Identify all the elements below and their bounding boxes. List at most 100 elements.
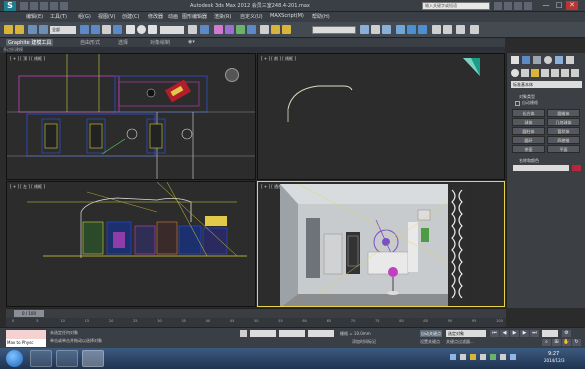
viewport-perspective[interactable]: [ + ] [ 透视 ] [ 真实 ] xyxy=(257,181,505,307)
zoom-all-icon[interactable]: ⊞ xyxy=(552,339,561,346)
zoom-icon[interactable]: ⌕ xyxy=(542,339,551,346)
viewport-front[interactable]: [ + ] [ 前 ] [ 线框 ] xyxy=(257,53,505,180)
tube-button[interactable]: 管状体 xyxy=(547,127,580,135)
previous-frame-icon[interactable]: ◀ xyxy=(500,330,509,337)
torus-button[interactable]: 圆环 xyxy=(512,136,545,144)
select-object-icon[interactable] xyxy=(80,25,89,34)
cylinder-button[interactable]: 圆柱体 xyxy=(512,127,545,135)
ribbon-options-toggle[interactable]: ◉▾ xyxy=(188,39,195,45)
menu-create[interactable]: 创建(C) xyxy=(122,13,139,20)
add-time-tag[interactable]: 添加时间标记 xyxy=(352,339,376,345)
menu-modifiers[interactable]: 修改器 xyxy=(148,13,163,20)
pivot-center-icon[interactable] xyxy=(188,25,197,34)
pyramid-button[interactable]: 四棱锥 xyxy=(547,136,580,144)
menu-group[interactable]: 组(G) xyxy=(78,13,91,20)
rotate-icon[interactable] xyxy=(137,25,146,34)
time-slider[interactable]: 0 / 100 xyxy=(14,310,44,317)
viewcube-icon[interactable] xyxy=(225,68,239,82)
menu-tools[interactable]: 工具(T) xyxy=(50,13,67,20)
viewport-left[interactable]: [ + ] [ 左 ] [ 线框 ] xyxy=(6,181,256,307)
rendered-frame-window-icon[interactable] xyxy=(432,25,441,34)
material-editor-icon[interactable] xyxy=(407,25,416,34)
geosphere-button[interactable]: 几何球体 xyxy=(547,118,580,126)
box-button[interactable]: 长方体 xyxy=(512,109,545,117)
spinner-snap-icon[interactable] xyxy=(247,25,256,34)
hierarchy-panel-icon[interactable] xyxy=(533,56,541,64)
menu-maxscript[interactable]: MAXScript(M) xyxy=(270,13,304,19)
next-frame-icon[interactable]: ▶ xyxy=(520,330,529,337)
graphite-toggle-icon[interactable] xyxy=(371,25,380,34)
favorites-star-icon[interactable] xyxy=(514,2,522,10)
select-manipulate-icon[interactable] xyxy=(200,25,209,34)
move-icon[interactable] xyxy=(126,25,135,34)
quick-access-new-icon[interactable] xyxy=(20,2,28,10)
taskbar-browser-icon[interactable] xyxy=(30,350,52,367)
viewport-top[interactable]: [ + ] [ 顶 ] [ 线框 ] xyxy=(6,53,256,180)
cone-button[interactable]: 圆锥体 xyxy=(547,109,580,117)
maxscript-output[interactable] xyxy=(6,330,46,339)
minimize-button[interactable]: — xyxy=(540,1,552,10)
reference-coordinate-dropdown[interactable] xyxy=(160,26,184,34)
snaps-toggle-icon[interactable] xyxy=(214,25,223,34)
lock-selection-icon[interactable] xyxy=(240,330,247,337)
utilities-panel-icon[interactable] xyxy=(566,56,574,64)
render-teapot-icon[interactable] xyxy=(456,25,465,34)
shapes-icon[interactable] xyxy=(521,69,529,77)
go-to-end-icon[interactable]: ⏭ xyxy=(530,330,539,337)
clock-date[interactable]: 2014/12/3 xyxy=(544,358,565,363)
maximize-button[interactable]: □ xyxy=(553,1,565,10)
object-name-input[interactable] xyxy=(513,165,569,171)
undo-icon[interactable] xyxy=(50,2,58,10)
tray-security-icon[interactable] xyxy=(470,354,476,360)
tab-freeform[interactable]: 自由形式 xyxy=(80,39,100,46)
menu-graph-editors[interactable]: 图形编辑器 xyxy=(182,13,207,20)
communication-center-icon[interactable] xyxy=(504,2,512,10)
object-type-rollout[interactable]: 对象类型 xyxy=(511,93,582,100)
current-frame-field[interactable] xyxy=(542,330,558,337)
x-coordinate-field[interactable] xyxy=(250,330,276,337)
render-production-icon[interactable] xyxy=(443,25,452,34)
undo-arrow-icon[interactable] xyxy=(4,25,13,34)
z-coordinate-field[interactable] xyxy=(308,330,334,337)
unlink-icon[interactable] xyxy=(39,25,48,34)
teapot-button[interactable]: 茶壶 xyxy=(512,145,545,153)
space-warps-icon[interactable] xyxy=(561,69,569,77)
key-filters-button[interactable]: 关键点过滤器... xyxy=(446,339,474,345)
align-icon[interactable] xyxy=(282,25,291,34)
cameras-icon[interactable] xyxy=(541,69,549,77)
display-panel-icon[interactable] xyxy=(555,56,563,64)
curve-editor-icon[interactable] xyxy=(382,25,391,34)
render-setup-icon[interactable] xyxy=(418,25,427,34)
redo-icon[interactable] xyxy=(60,2,68,10)
edit-named-selection-icon[interactable] xyxy=(260,25,269,34)
systems-icon[interactable] xyxy=(571,69,579,77)
app-logo-icon[interactable]: S xyxy=(4,1,16,11)
menu-views[interactable]: 视图(V) xyxy=(98,13,115,20)
select-by-name-icon[interactable] xyxy=(91,25,100,34)
y-coordinate-field[interactable] xyxy=(279,330,305,337)
motion-panel-icon[interactable] xyxy=(544,56,552,64)
taskbar-explorer-icon[interactable] xyxy=(56,350,78,367)
layer-manager-icon[interactable] xyxy=(360,25,369,34)
object-color-swatch[interactable] xyxy=(572,165,581,171)
clock-time[interactable]: 9:27 xyxy=(548,351,559,357)
menu-edit[interactable]: 编辑(E) xyxy=(26,13,43,20)
quick-access-save-icon[interactable] xyxy=(40,2,48,10)
menu-customize[interactable]: 自定义(U) xyxy=(240,13,263,20)
start-button[interactable] xyxy=(6,350,23,367)
tray-app-icon[interactable] xyxy=(490,354,496,360)
percent-snap-icon[interactable] xyxy=(236,25,245,34)
tab-graphite-modeling[interactable]: Graphite 建模工具 xyxy=(6,39,54,46)
go-to-start-icon[interactable]: ⏮ xyxy=(490,330,499,337)
modify-panel-icon[interactable] xyxy=(522,56,530,64)
helpers-icon[interactable] xyxy=(551,69,559,77)
lights-icon[interactable] xyxy=(531,69,539,77)
maxscript-input[interactable]: Max to Physc xyxy=(6,339,46,347)
selected-set-dropdown[interactable]: 选定对象 xyxy=(446,330,486,337)
quick-access-open-icon[interactable] xyxy=(30,2,38,10)
mirror-icon[interactable] xyxy=(271,25,280,34)
track-bar[interactable]: 0 5 10 15 20 25 30 35 40 45 50 55 60 65 70 75 80 85 90 95 10… xyxy=(6,318,506,327)
name-and-color-rollout[interactable]: 名称和颜色 xyxy=(511,157,582,164)
schematic-view-icon[interactable] xyxy=(396,25,405,34)
set-key-button[interactable]: 设置关键点 xyxy=(420,339,440,345)
